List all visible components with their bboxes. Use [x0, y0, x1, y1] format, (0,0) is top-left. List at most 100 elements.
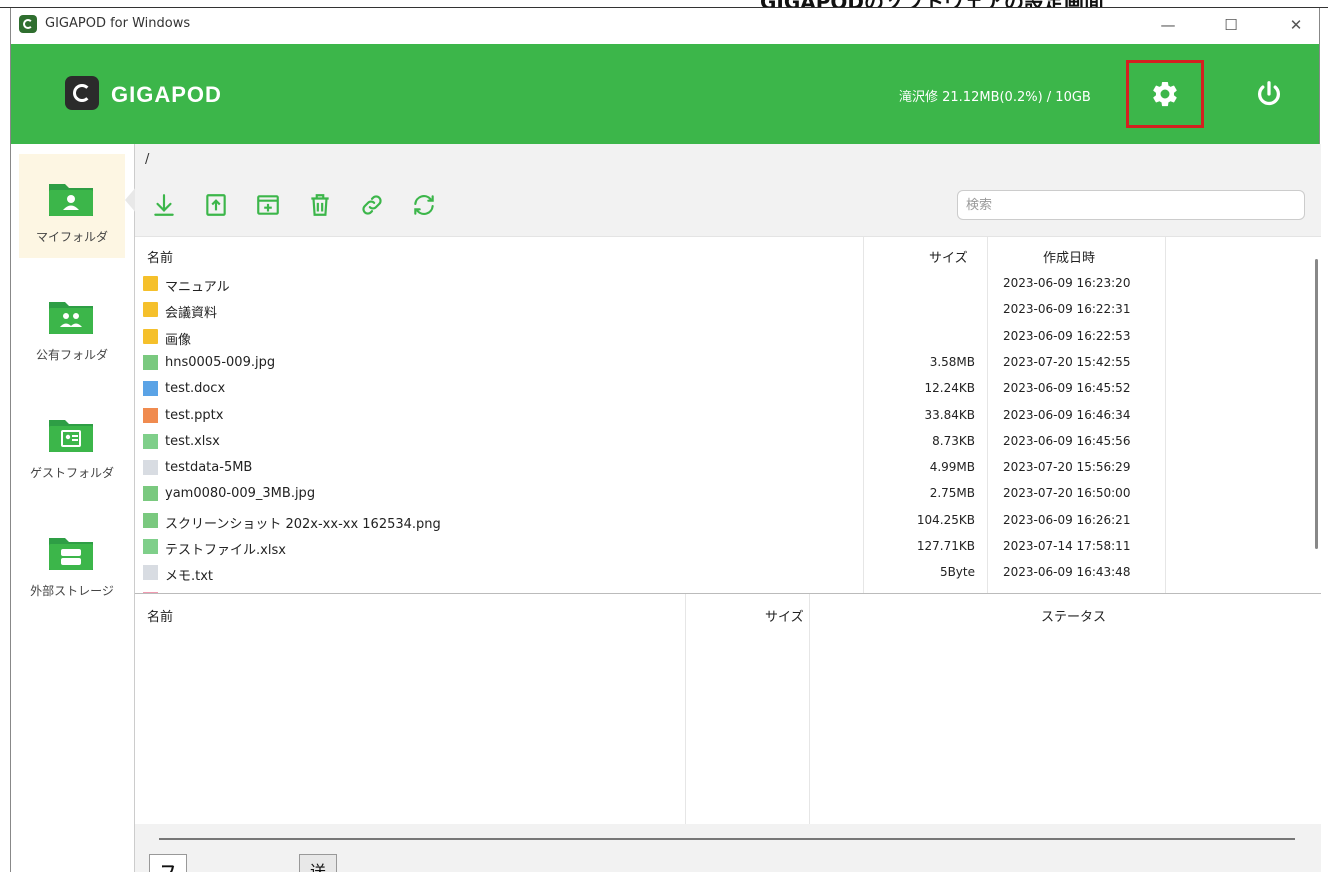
sidebar-item-label: 外部ストレージ — [30, 584, 114, 598]
table-row[interactable]: スクリーンショット 202x-xx-xx 162534.png 104.25KB 2… — [135, 508, 1305, 534]
upload-icon — [206, 194, 226, 216]
app-window: GIGAPOD for Windows — ☐ ✕ GIGAPOD 滝沢修 21… — [10, 8, 1321, 872]
file-ppt-icon — [143, 407, 158, 423]
file-size: 104.25KB — [916, 512, 975, 527]
trash-icon — [311, 194, 329, 216]
table-row[interactable]: test.pptx 33.84KB 2023-06-09 16:46:34 — [135, 403, 1305, 429]
refresh-icon — [414, 195, 434, 215]
storage-usage: 滝沢修 21.12MB(0.2%) / 10GB — [899, 90, 1091, 105]
sidebar-item-shared-folder[interactable]: 公有フォルダ — [19, 272, 125, 376]
maximize-button[interactable]: ☐ — [1216, 14, 1246, 36]
file-created: 2023-07-20 15:42:55 — [1003, 354, 1131, 369]
file-name: 会議資料 — [165, 306, 218, 322]
queue-header-name[interactable]: 名前 — [147, 606, 173, 625]
file-size: 5Byte — [939, 565, 975, 580]
file-img-icon — [143, 486, 158, 502]
banner-text: GIGAPODのソフトウェアの設定画面 — [760, 0, 1104, 7]
table-row[interactable]: yam0080-009_3MB.jpg 2.75MB 2023-07-20 16:5… — [135, 481, 1305, 507]
folder-icon — [143, 276, 158, 291]
tab-transfer-log[interactable]: 送受信ログ — [299, 854, 338, 872]
column-header-size[interactable]: サイズ — [929, 247, 968, 266]
file-created: 2023-06-09 16:23:20 — [1003, 276, 1131, 290]
table-row[interactable]: testdata-5MB 4.99MB 2023-07-20 15:56:29 — [135, 455, 1305, 481]
file-xls-icon — [143, 539, 158, 554]
settings-button[interactable] — [1126, 60, 1204, 128]
file-created: 2023-06-09 16:46:34 — [1003, 407, 1131, 422]
new-folder-button[interactable] — [253, 190, 283, 220]
table-row[interactable]: 会議資料 2023-06-09 16:22:31 — [135, 297, 1305, 323]
new-folder-icon — [257, 195, 279, 215]
queue-header-status[interactable]: ステータス — [1041, 606, 1106, 625]
table-row[interactable]: hns0005-009.jpg 3.58MB 2023-07-20 15:42:55 — [135, 350, 1305, 376]
minimize-button[interactable]: — — [1153, 14, 1183, 36]
brand-logo-text: GIGAPOD — [111, 82, 222, 107]
table-row[interactable]: メモ.txt 5Byte 2023-06-09 16:43:48 — [135, 560, 1305, 586]
my-folder-icon — [49, 184, 93, 216]
download-button[interactable] — [149, 190, 179, 220]
table-row[interactable]: マニュアル 2023-06-09 16:23:20 — [135, 271, 1305, 297]
table-row[interactable]: test.docx 12.24KB 2023-06-09 16:45:52 — [135, 376, 1305, 402]
power-icon — [1258, 81, 1280, 106]
sidebar-item-my-folder[interactable]: マイフォルダ — [19, 154, 125, 258]
table-row[interactable]: 画像 2023-06-09 16:22:53 — [135, 324, 1305, 350]
table-row[interactable]: test.xlsx 8.73KB 2023-06-09 16:45:56 — [135, 429, 1305, 455]
horizontal-scrollbar[interactable] — [159, 838, 1295, 840]
file-created: 2023-07-20 16:50:00 — [1003, 486, 1131, 501]
file-name: マニュアル — [165, 280, 230, 295]
external-storage-icon — [49, 538, 93, 570]
file-size: 8.73KB — [932, 433, 975, 448]
file-size: 127.71KB — [916, 539, 975, 553]
sidebar: マイフォルダ 公有フォルダ ゲストフォルダ 外部ストレージ — [11, 144, 137, 872]
file-size: 33.84KB — [924, 407, 975, 422]
column-divider — [809, 594, 810, 824]
column-header-created[interactable]: 作成日時 — [1043, 247, 1095, 266]
file-gen-icon — [143, 460, 158, 476]
folder-icon — [143, 302, 158, 318]
column-header-name[interactable]: 名前 — [147, 247, 173, 266]
guest-folder-icon — [49, 420, 93, 452]
file-created: 2023-06-09 16:26:21 — [1003, 512, 1131, 527]
file-name: スクリーンショット 202x-xx-xx 162534.png — [165, 516, 441, 532]
app-header: GIGAPOD 滝沢修 21.12MB(0.2%) / 10GB — [11, 44, 1319, 144]
gear-icon — [1153, 81, 1177, 107]
column-divider — [685, 594, 686, 824]
file-name: 画像 — [165, 332, 192, 348]
current-path: / — [145, 152, 150, 167]
queue-header-size[interactable]: サイズ — [765, 606, 804, 625]
table-row[interactable]: テストファイル.xlsx 127.71KB 2023-07-14 17:58:11 — [135, 534, 1305, 560]
link-icon — [362, 195, 382, 215]
file-created: 2023-06-09 16:22:31 — [1003, 302, 1131, 317]
sidebar-item-label: マイフォルダ — [35, 230, 108, 244]
file-created: 2023-06-09 16:45:56 — [1003, 433, 1131, 448]
app-logo-icon — [19, 15, 37, 33]
tab-file-queue[interactable]: ファイルキュー — [149, 854, 188, 872]
search-input[interactable] — [957, 190, 1305, 220]
file-size: 3.58MB — [929, 354, 975, 369]
file-name: test.docx — [165, 381, 226, 397]
file-img-icon — [143, 354, 158, 370]
sidebar-item-external-storage[interactable]: 外部ストレージ — [19, 508, 125, 612]
file-created: 2023-06-09 16:45:52 — [1003, 381, 1131, 396]
file-created: 2023-07-20 15:56:29 — [1003, 460, 1131, 475]
close-button[interactable]: ✕ — [1281, 14, 1311, 36]
file-created: 2023-07-14 17:58:11 — [1003, 539, 1131, 553]
power-button[interactable] — [1251, 76, 1287, 112]
file-name: test.pptx — [165, 407, 224, 423]
sidebar-item-label: 公有フォルダ — [35, 348, 108, 362]
table-row[interactable]: 報告書.pdf115.17KB2023-06-09 16:27:15 — [135, 587, 1305, 593]
file-table: 名前 サイズ 作成日時 マニュアル 2023-06-09 16:23:20 会議資料… — [135, 236, 1321, 594]
upload-button[interactable] — [201, 190, 231, 220]
file-name: テストファイル.xlsx — [165, 543, 286, 558]
title-bar: GIGAPOD for Windows — ☐ ✕ — [11, 8, 1319, 44]
sidebar-item-guest-folder[interactable]: ゲストフォルダ — [19, 390, 125, 494]
delete-button[interactable] — [305, 190, 335, 220]
file-size: 4.99MB — [929, 460, 975, 475]
file-queue-panel: 名前 サイズ ステータス — [135, 594, 1321, 824]
vertical-scrollbar[interactable] — [1315, 259, 1318, 549]
share-link-button[interactable] — [357, 190, 387, 220]
download-icon — [154, 194, 174, 216]
file-gen-icon — [143, 565, 158, 581]
file-size: 2.75MB — [929, 486, 975, 501]
gigapod-logo-icon — [65, 76, 99, 110]
refresh-button[interactable] — [409, 190, 439, 220]
